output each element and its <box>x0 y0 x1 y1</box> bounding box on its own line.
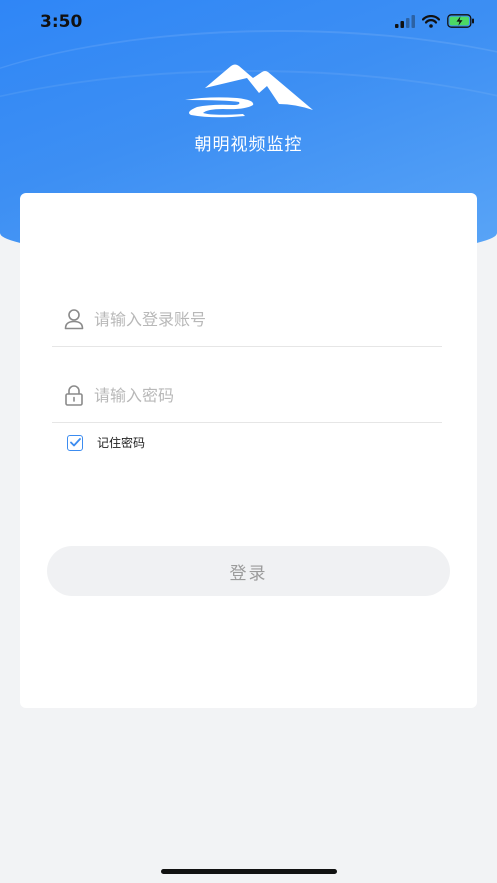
login-card: 记住密码 登录 <box>20 193 477 708</box>
user-icon <box>64 309 84 330</box>
remember-label: 记住密码 <box>97 436 146 450</box>
app-title: 朝明视频监控 <box>194 135 303 155</box>
home-indicator[interactable] <box>161 869 337 874</box>
status-icons <box>395 14 475 28</box>
password-input[interactable] <box>94 382 424 408</box>
login-button[interactable]: 登录 <box>47 546 450 596</box>
password-field <box>52 372 442 423</box>
signal-icon <box>395 14 415 28</box>
mountain-logo-icon <box>185 64 313 118</box>
lock-icon <box>65 385 83 406</box>
checkmark-icon <box>69 438 81 447</box>
status-bar: 3:50 <box>0 0 497 46</box>
remember-checkbox[interactable] <box>67 434 83 451</box>
username-field <box>52 296 442 347</box>
username-input[interactable] <box>94 306 424 332</box>
wifi-icon <box>422 14 440 28</box>
status-time: 3:50 <box>40 12 83 32</box>
battery-charging-icon <box>447 14 474 28</box>
remember-password-toggle[interactable]: 记住密码 <box>67 434 145 451</box>
